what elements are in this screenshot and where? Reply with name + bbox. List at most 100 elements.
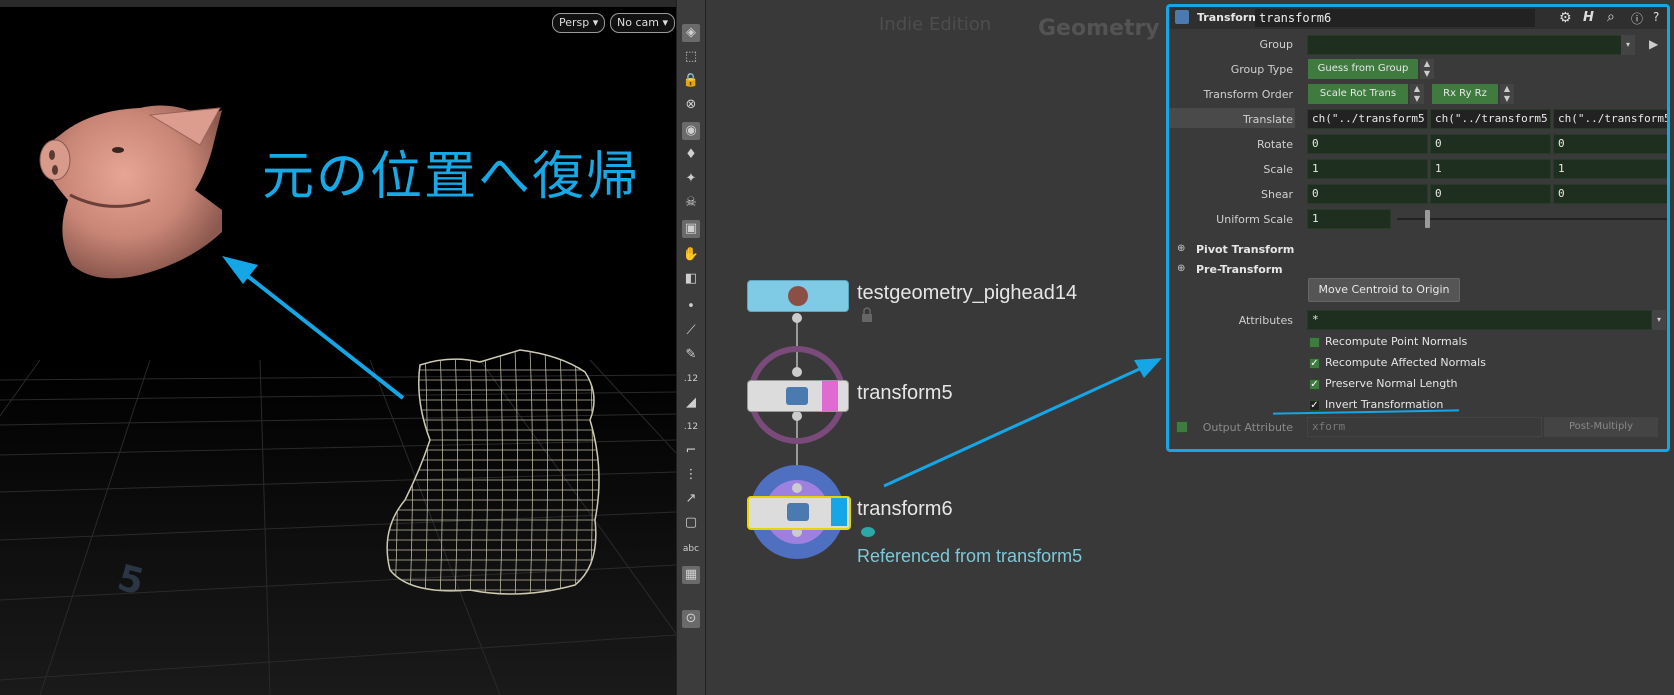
pin-icon[interactable]: ⊙ <box>682 610 700 628</box>
parameter-panel: Transform transform6 ⚙ H ⌕ ⓘ ? Group ▾ ▶… <box>1166 4 1670 452</box>
light-add-icon[interactable]: ✦ <box>682 170 700 188</box>
info-icon[interactable]: ⓘ <box>1631 10 1643 27</box>
node-label-transform6[interactable]: transform6 <box>857 498 953 521</box>
arrow-cursor-icon[interactable]: ▶ <box>1649 37 1658 51</box>
output-attribute-label: Output Attribute <box>1202 421 1293 434</box>
number2-icon[interactable]: .12 <box>682 418 700 436</box>
uniform-scale-field[interactable]: 1 <box>1307 209 1391 229</box>
uniform-scale-slider-track[interactable] <box>1397 218 1667 220</box>
uniform-scale-slider-handle[interactable] <box>1425 210 1430 228</box>
light-icon[interactable]: ♦ <box>682 146 700 164</box>
scene-viewport[interactable]: Persp ▾ No cam ▾ 元の位置へ復帰 5 <box>0 0 676 695</box>
expand-plus-icon[interactable]: ⊕ <box>1177 263 1185 274</box>
recompute-affected-normals-label: Recompute Affected Normals <box>1325 356 1486 369</box>
shear-y-field[interactable]: 0 <box>1430 184 1551 204</box>
translate-x-field[interactable]: ch("../transform5 <box>1307 109 1428 129</box>
node-label-testgeometry[interactable]: testgeometry_pighead14 <box>857 282 1077 305</box>
skull-icon[interactable]: ☠ <box>682 194 700 212</box>
translate-y-field[interactable]: ch("../transform5 <box>1430 109 1551 129</box>
output-attribute-field[interactable]: xform <box>1307 417 1542 437</box>
shear-x-field[interactable]: 0 <box>1307 184 1428 204</box>
group-type-arrows-icon[interactable]: ▲ ▼ <box>1420 59 1434 79</box>
pen-icon[interactable]: ✎ <box>682 346 700 364</box>
help-h-icon[interactable]: H <box>1583 10 1594 25</box>
wireframe-icon[interactable]: ◈ <box>682 24 700 42</box>
translate-label: Translate <box>1243 113 1293 126</box>
group-label: Group <box>1259 38 1294 51</box>
persp-menu-button[interactable]: Persp ▾ <box>552 13 606 33</box>
scale-label: Scale <box>1263 163 1293 176</box>
camera-menu-button[interactable]: No cam ▾ <box>610 13 675 33</box>
underline-annotation <box>1272 409 1460 415</box>
number-icon[interactable]: .12 <box>682 370 700 388</box>
lock-icon[interactable]: 🔒 <box>682 72 700 90</box>
node-label-transform5[interactable]: transform5 <box>857 382 953 405</box>
group-field[interactable] <box>1307 35 1622 55</box>
shear-z-field[interactable]: 0 <box>1553 184 1667 204</box>
uniform-scale-label: Uniform Scale <box>1216 213 1293 226</box>
hand-icon[interactable]: ✋ <box>682 246 700 264</box>
node-transform6[interactable] <box>747 496 851 530</box>
node-name-input[interactable]: transform6 <box>1255 9 1535 27</box>
overlay-annotation-text: 元の位置へ復帰 <box>262 147 641 207</box>
select-icon[interactable]: ⬚ <box>682 48 700 66</box>
attributes-label: Attributes <box>1238 314 1293 327</box>
scale-y-field[interactable]: 1 <box>1430 159 1551 179</box>
recompute-point-normals-label: Recompute Point Normals <box>1325 335 1468 348</box>
gear-icon[interactable]: ⚙ <box>1559 10 1572 26</box>
comment-bubble-icon <box>861 527 875 537</box>
group-type-label: Group Type <box>1230 63 1293 76</box>
recompute-point-normals-checkbox[interactable] <box>1309 337 1320 348</box>
grid-icon[interactable]: ⋮ <box>682 466 700 484</box>
pivot-transform-section[interactable]: Pivot Transform <box>1196 243 1294 256</box>
preserve-normal-length-label: Preserve Normal Length <box>1325 377 1458 390</box>
reference-comment: Referenced from transform5 <box>857 546 1083 566</box>
snap-icon[interactable]: ⊗ <box>682 96 700 114</box>
node-transform5[interactable] <box>747 380 849 412</box>
rotate-x-field[interactable]: 0 <box>1307 134 1428 154</box>
pre-transform-section[interactable]: Pre-Transform <box>1196 263 1283 276</box>
point-icon[interactable]: • <box>682 298 700 316</box>
help-icon[interactable]: ? <box>1653 10 1659 24</box>
node-type-label: Transform <box>1197 11 1260 24</box>
viewport-canvas <box>0 105 676 695</box>
translate-z-field[interactable]: ch("../transform5 <box>1553 109 1667 129</box>
rotate-order-select[interactable]: Rx Ry Rz <box>1432 84 1498 104</box>
image-icon[interactable]: ▦ <box>682 566 700 584</box>
search-icon[interactable]: ⌕ <box>1607 9 1615 25</box>
shear-label: Shear <box>1261 188 1293 201</box>
group-type-select[interactable]: Guess from Group <box>1308 59 1418 79</box>
rotate-z-field[interactable]: 0 <box>1553 134 1667 154</box>
param-header: Transform transform6 ⚙ H ⌕ ⓘ ? <box>1169 7 1667 29</box>
shape-icon[interactable]: ▢ <box>682 514 700 532</box>
viewport-side-toolbar: ◈ ⬚ 🔒 ⊗ ◉ ♦ ✦ ☠ ▣ ✋ ◧ • ⟋ ✎ .12 ◢ .12 ⌐ … <box>676 0 706 695</box>
node-icon[interactable]: ↗ <box>682 490 700 508</box>
scale-x-field[interactable]: 1 <box>1307 159 1428 179</box>
rotate-y-field[interactable]: 0 <box>1430 134 1551 154</box>
pig-head-shaded <box>39 105 222 279</box>
attributes-dropdown-icon[interactable]: ▾ <box>1652 310 1666 330</box>
display-icon[interactable]: ◉ <box>682 122 700 140</box>
scale-z-field[interactable]: 1 <box>1553 159 1667 179</box>
attributes-field[interactable]: * <box>1307 310 1652 330</box>
corner-icon[interactable]: ⌐ <box>682 442 700 460</box>
node-testgeometry-pighead[interactable] <box>747 280 849 312</box>
render-icon[interactable]: ▣ <box>682 220 700 238</box>
camera-icon[interactable]: ◧ <box>682 270 700 288</box>
brush-icon[interactable]: ⟋ <box>682 322 700 340</box>
rotate-order-arrows-icon[interactable]: ▲ ▼ <box>1500 84 1514 104</box>
preserve-normal-length-checkbox[interactable]: ✓ <box>1309 379 1320 390</box>
paint-icon[interactable]: ◢ <box>682 394 700 412</box>
expand-plus-icon[interactable]: ⊕ <box>1177 243 1185 254</box>
transform-icon <box>787 503 809 521</box>
transform-order-arrows-icon[interactable]: ▲ ▼ <box>1410 84 1424 104</box>
transform-order-select[interactable]: Scale Rot Trans <box>1308 84 1408 104</box>
persp-label: Persp <box>559 16 590 29</box>
move-centroid-button[interactable]: Move Centroid to Origin <box>1308 278 1460 302</box>
recompute-affected-normals-checkbox[interactable]: ✓ <box>1309 358 1320 369</box>
text-icon[interactable]: abc <box>682 540 700 558</box>
network-graph <box>748 307 1162 559</box>
group-dropdown-icon[interactable]: ▾ <box>1621 35 1635 55</box>
invert-transformation-checkbox[interactable]: ✓ <box>1309 400 1320 411</box>
post-multiply-select[interactable]: Post-Multiply <box>1544 417 1658 437</box>
